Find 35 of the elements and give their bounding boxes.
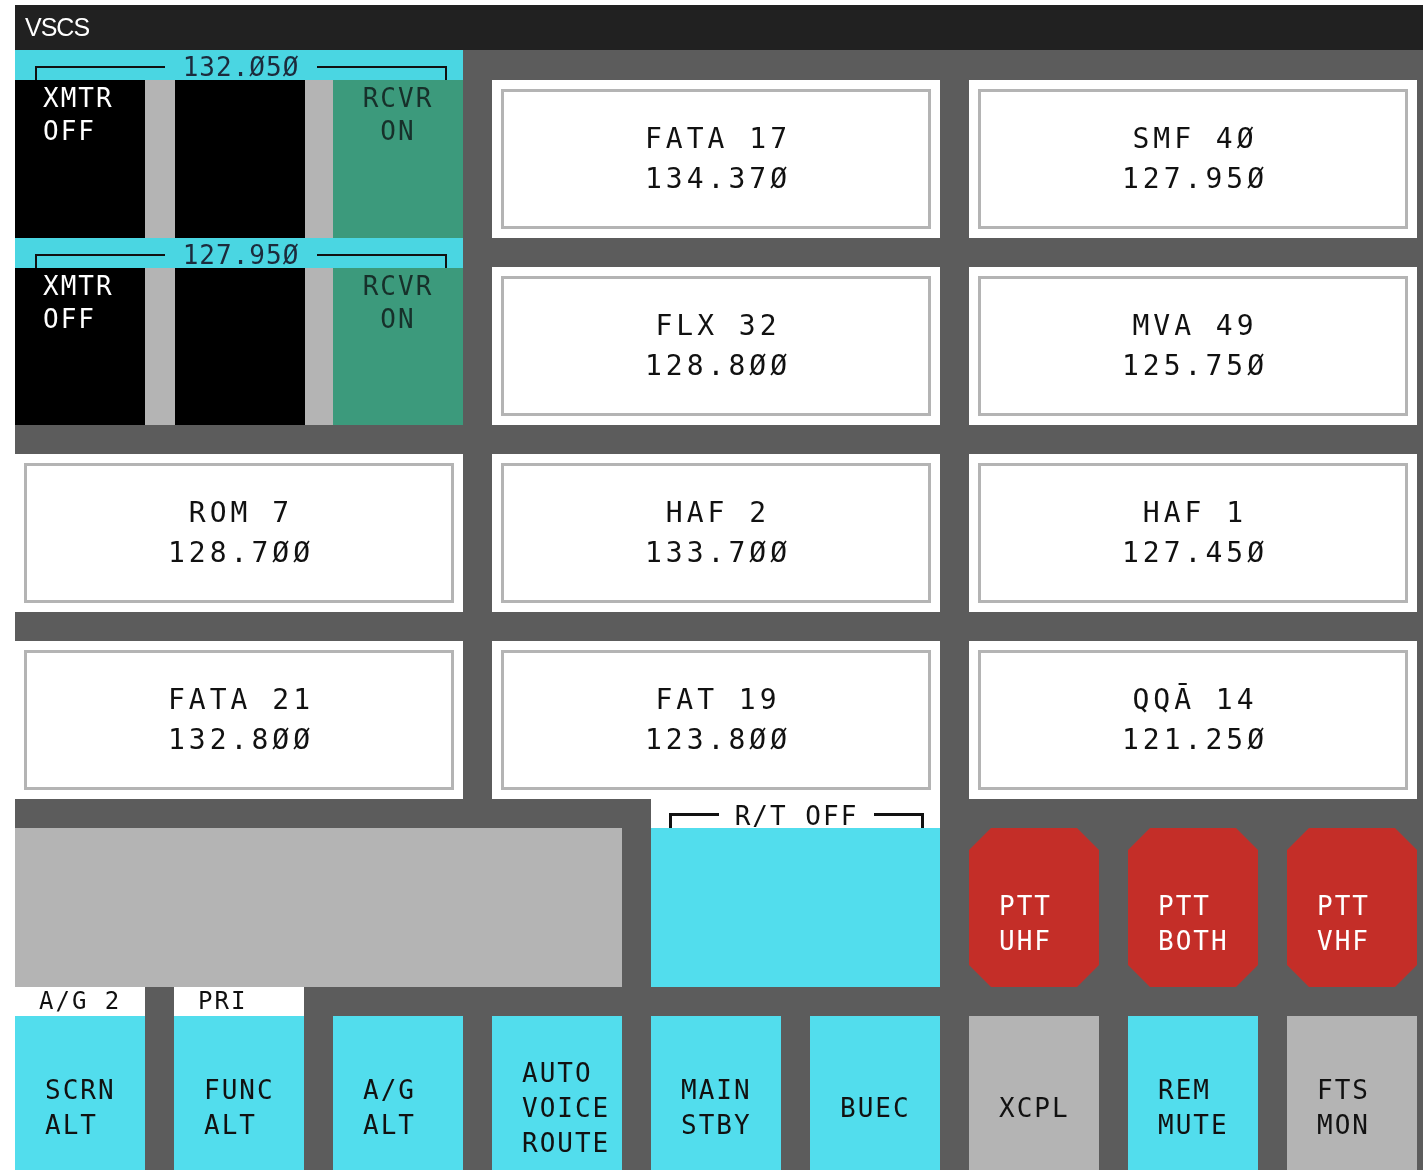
radio-frequency: 127.95Ø — [182, 240, 300, 270]
key-caption: A/G 2 — [15, 987, 145, 1016]
function-key[interactable]: A/G ALT — [333, 1016, 463, 1170]
channel-key[interactable]: QQĀ 14 121.25Ø — [969, 641, 1417, 799]
function-key[interactable]: SCRN ALT — [15, 1016, 145, 1170]
function-key[interactable]: MAIN STBY — [651, 1016, 781, 1170]
blank-key[interactable] — [175, 268, 305, 425]
blank-key[interactable] — [175, 80, 305, 238]
function-key[interactable]: AUTO VOICE ROUTE — [492, 1016, 622, 1170]
channel-key[interactable]: HAF 2 133.7ØØ — [492, 454, 940, 612]
channel-key[interactable]: ROM 7 128.7ØØ — [15, 454, 463, 612]
ptt-button[interactable]: PTT VHF — [1287, 828, 1417, 987]
function-key[interactable]: FTS MON — [1287, 1016, 1417, 1170]
channel-key[interactable]: FAT 19 123.8ØØ — [492, 641, 940, 799]
function-key[interactable]: BUEC — [810, 1016, 940, 1170]
channel-key[interactable]: FATA 21 132.8ØØ — [15, 641, 463, 799]
radio-frequency: 132.Ø5Ø — [182, 52, 300, 82]
ptt-button[interactable]: PTT BOTH — [1128, 828, 1258, 987]
rcvr-key[interactable]: RCVR ON — [333, 268, 463, 425]
channel-key[interactable]: MVA 49 125.75Ø — [969, 267, 1417, 425]
function-key[interactable]: FUNC ALT — [174, 1016, 304, 1170]
key-caption: PRI — [174, 987, 304, 1016]
channel-key[interactable]: FLX 32 128.8ØØ — [492, 267, 940, 425]
channel-key[interactable]: HAF 1 127.45Ø — [969, 454, 1417, 612]
function-key[interactable]: REM MUTE — [1128, 1016, 1258, 1170]
ptt-button[interactable]: PTT UHF — [969, 828, 1099, 987]
channel-key[interactable]: SMF 4Ø 127.95Ø — [969, 80, 1417, 238]
channel-key[interactable]: FATA 17 134.37Ø — [492, 80, 940, 238]
rt-status-label: R/T OFF — [734, 801, 859, 831]
rcvr-key[interactable]: RCVR ON — [333, 80, 463, 238]
xmtr-key[interactable]: XMTR OFF — [15, 268, 145, 425]
function-key[interactable]: XCPL — [969, 1016, 1099, 1170]
xmtr-key[interactable]: XMTR OFF — [15, 80, 145, 238]
rt-button[interactable] — [651, 828, 940, 987]
window-title: VSCS — [15, 5, 1423, 50]
